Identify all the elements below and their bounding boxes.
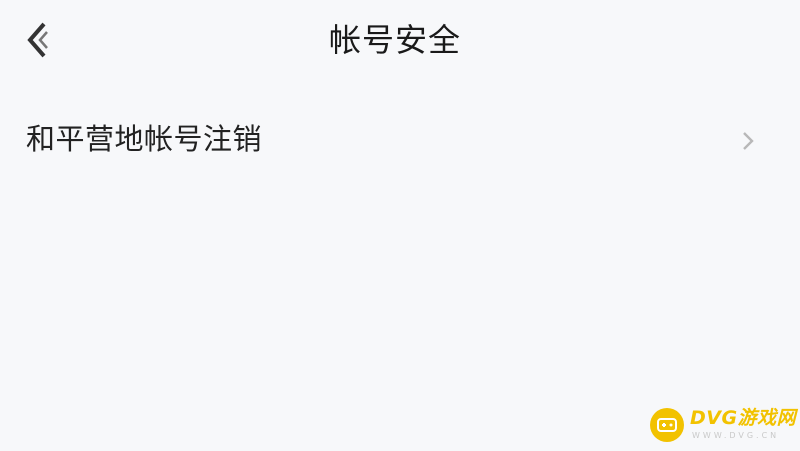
settings-item-label: 和平营地帐号注销 — [26, 122, 263, 156]
watermark-logo: DVG游戏网 WWW.DVG.CN — [648, 406, 798, 446]
watermark-brand: DVG游戏网 — [690, 407, 797, 429]
page-title: 帐号安全 — [328, 21, 461, 59]
chevron-right-icon — [740, 130, 756, 152]
settings-item-account-deletion[interactable]: 和平营地帐号注销 — [0, 108, 800, 170]
gamepad-icon — [650, 408, 684, 442]
top-bar: 帐号安全 — [0, 0, 800, 80]
watermark-url: WWW.DVG.CN — [692, 431, 780, 440]
